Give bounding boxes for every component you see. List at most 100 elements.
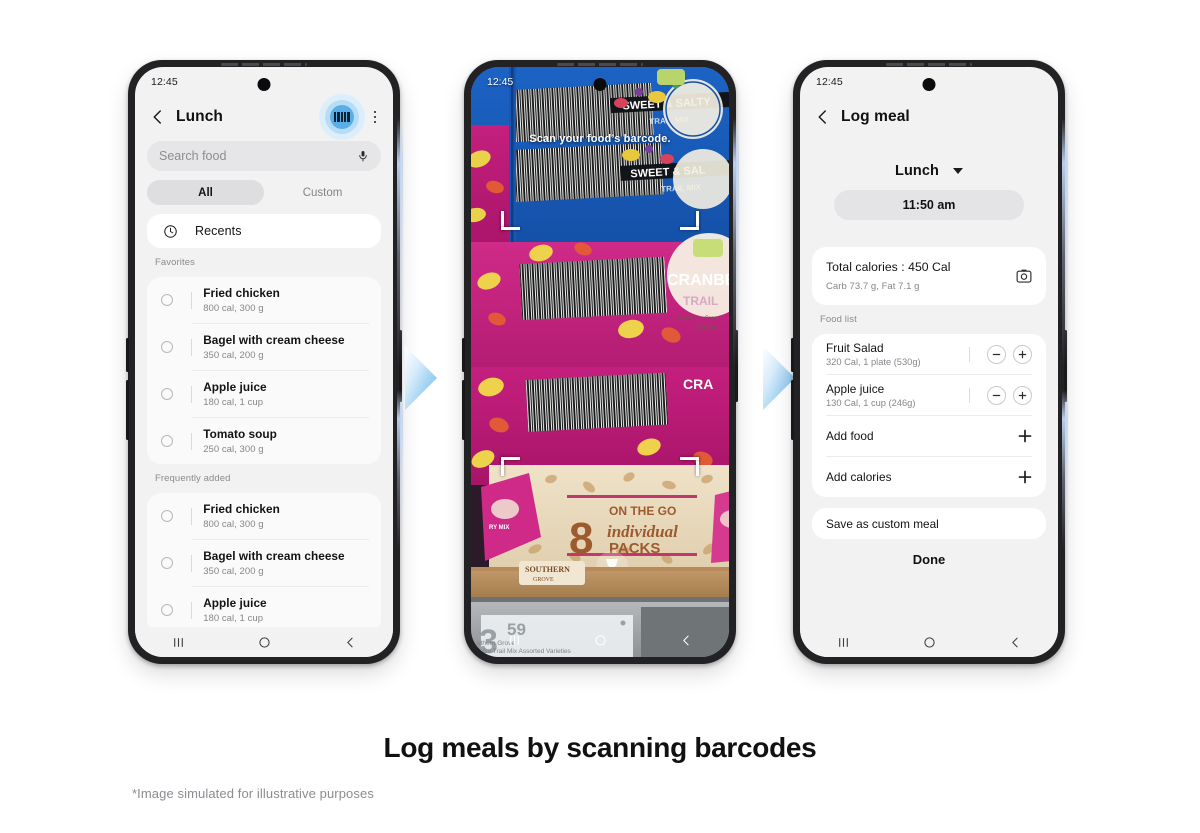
add-calories-label: Add calories — [826, 470, 892, 484]
add-food-row[interactable]: Add food — [812, 416, 1046, 456]
food-detail: 320 Cal, 1 plate (530g) — [826, 357, 921, 367]
list-item[interactable]: Fried chicken 800 cal, 300 g — [147, 277, 381, 323]
decrement-button[interactable] — [987, 385, 1006, 405]
row-divider-bar — [968, 387, 970, 403]
increment-button[interactable] — [1013, 344, 1032, 364]
scan-hint-text: Scan your food’s barcode. — [529, 133, 671, 145]
tab-custom[interactable]: Custom — [264, 180, 381, 205]
row-divider-bar — [191, 291, 193, 309]
volume-up-button[interactable] — [791, 338, 794, 372]
search-placeholder: Search food — [159, 149, 227, 163]
viewfinder-bracket-bottom-left — [501, 457, 520, 476]
app-bar: Log meal — [800, 97, 1058, 137]
volume-down-button[interactable] — [791, 380, 794, 440]
status-time: 12:45 — [151, 76, 178, 88]
home-icon[interactable] — [923, 636, 936, 649]
chevron-left-icon[interactable] — [149, 108, 167, 126]
minus-icon — [992, 394, 1001, 396]
list-item-text: Fried chicken 800 cal, 300 g — [203, 286, 367, 314]
radio-icon[interactable] — [161, 604, 173, 616]
phone-1-food-list: 12:45 Lunch Search food All Custom Recen… — [126, 60, 403, 664]
list-item[interactable]: Fried chicken 800 cal, 300 g — [147, 493, 381, 539]
phone-3-screen: 12:45 Log meal Lunch 11:50 am Total calo… — [800, 67, 1058, 657]
decrement-button[interactable] — [987, 344, 1006, 364]
phone-2-barcode-scanner: SWEET & SALTY TRAIL MIX SWEET & SAL TRA — [462, 60, 739, 664]
home-icon[interactable] — [594, 634, 607, 647]
plus-icon[interactable] — [1018, 429, 1032, 443]
list-item-text: Apple juice 180 cal, 1 cup — [203, 380, 367, 408]
back-icon[interactable] — [1009, 636, 1022, 649]
screen-edge-reflection-lower — [397, 390, 403, 550]
meal-time-field[interactable]: 11:50 am — [834, 190, 1024, 220]
earpiece-grille-icon — [221, 63, 307, 66]
radio-icon[interactable] — [161, 557, 173, 569]
food-name: Tomato soup — [203, 427, 277, 442]
svg-text:RY MIX: RY MIX — [489, 525, 509, 531]
list-item-text: Bagel with cream cheese 350 cal, 200 g — [203, 333, 367, 361]
radio-icon[interactable] — [161, 510, 173, 522]
table-row[interactable]: Apple juice 130 Cal, 1 cup (246g) — [812, 375, 1046, 415]
chevron-left-icon[interactable] — [814, 108, 832, 126]
row-divider-bar — [191, 338, 193, 356]
radio-icon[interactable] — [161, 435, 173, 447]
volume-up-button[interactable] — [126, 338, 129, 372]
recents-row[interactable]: Recents — [147, 214, 381, 248]
power-button[interactable] — [1064, 330, 1067, 402]
arrow-step-1-to-2 — [405, 346, 437, 410]
food-name: Apple juice — [203, 596, 267, 611]
favorites-list: Fried chicken 800 cal, 300 g Bagel with … — [147, 277, 381, 464]
power-button[interactable] — [735, 330, 738, 402]
back-icon[interactable] — [680, 634, 693, 647]
volume-up-button[interactable] — [462, 338, 465, 372]
svg-text:TRAIL: TRAIL — [683, 294, 718, 308]
home-icon[interactable] — [258, 636, 271, 649]
meal-type-value: Lunch — [895, 163, 939, 179]
section-label-frequently-added: Frequently added — [155, 473, 231, 484]
save-as-custom-meal-button[interactable]: Save as custom meal — [812, 508, 1046, 539]
recent-apps-icon[interactable] — [508, 634, 521, 647]
tab-all[interactable]: All — [147, 180, 264, 205]
recents-label: Recents — [195, 224, 242, 238]
back-icon[interactable] — [344, 636, 357, 649]
chevron-down-icon[interactable] — [953, 168, 963, 174]
frequently-added-list: Fried chicken 800 cal, 300 g Bagel with … — [147, 493, 381, 633]
search-input[interactable]: Search food — [147, 141, 381, 171]
filter-tabs: All Custom — [147, 180, 381, 205]
volume-down-button[interactable] — [462, 380, 465, 440]
food-name: Fruit Salad — [826, 341, 884, 355]
phone-3-log-meal: 12:45 Log meal Lunch 11:50 am Total calo… — [791, 60, 1068, 664]
radio-icon[interactable] — [161, 341, 173, 353]
list-item[interactable]: Tomato soup 250 cal, 300 g — [147, 418, 381, 464]
app-bar: Lunch — [135, 94, 393, 140]
viewfinder-bracket-top-left — [501, 211, 520, 230]
status-time: 12:45 — [816, 76, 843, 88]
meal-type-selector[interactable]: Lunch — [800, 163, 1058, 179]
microphone-icon[interactable] — [357, 148, 369, 164]
viewfinder-bracket-bottom-right — [680, 457, 699, 476]
food-name: Apple juice — [826, 382, 885, 396]
recent-apps-icon[interactable] — [172, 636, 185, 649]
kebab-menu-icon[interactable] — [367, 110, 383, 124]
list-item[interactable]: Apple juice 180 cal, 1 cup — [147, 371, 381, 417]
radio-icon[interactable] — [161, 388, 173, 400]
recent-apps-icon[interactable] — [837, 636, 850, 649]
food-detail: 250 cal, 300 g — [203, 443, 264, 455]
barcode-icon — [334, 112, 350, 122]
done-button[interactable]: Done — [800, 552, 1058, 567]
camera-icon[interactable] — [1016, 269, 1032, 283]
list-item[interactable]: Bagel with cream cheese 350 cal, 200 g — [147, 324, 381, 370]
list-item[interactable]: Bagel with cream cheese 350 cal, 200 g — [147, 540, 381, 586]
add-calories-row[interactable]: Add calories — [812, 457, 1046, 497]
volume-down-button[interactable] — [126, 380, 129, 440]
food-detail: 350 cal, 200 g — [203, 349, 264, 361]
radio-icon[interactable] — [161, 294, 173, 306]
barcode-scan-button[interactable] — [319, 94, 365, 140]
increment-button[interactable] — [1013, 385, 1032, 405]
power-button[interactable] — [399, 330, 402, 402]
table-row[interactable]: Fruit Salad 320 Cal, 1 plate (530g) — [812, 334, 1046, 374]
recents-card[interactable]: Recents — [147, 214, 381, 248]
plus-icon[interactable] — [1018, 470, 1032, 484]
food-name: Fried chicken — [203, 286, 280, 301]
food-entry-text: Fruit Salad 320 Cal, 1 plate (530g) — [826, 341, 969, 367]
minus-icon — [992, 353, 1001, 355]
